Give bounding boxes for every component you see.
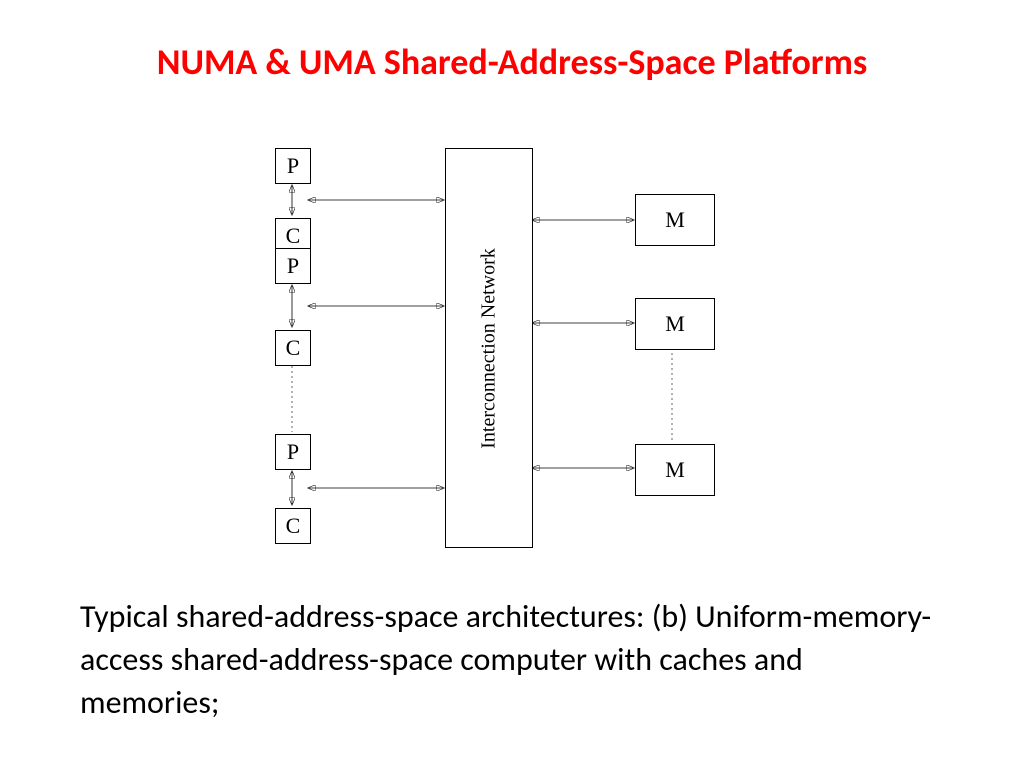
memory-box-3: M — [635, 444, 715, 496]
slide-title: NUMA & UMA Shared-Address-Space Platform… — [80, 40, 944, 84]
slide: NUMA & UMA Shared-Address-Space Platform… — [0, 0, 1024, 768]
processor-box-2: P — [275, 248, 311, 284]
cache-box-3: C — [275, 508, 311, 544]
processor-box-1: P — [275, 148, 311, 184]
cache-box-2: C — [275, 330, 311, 366]
memory-box-2: M — [635, 298, 715, 350]
interconnection-network-box: Interconnection Network — [445, 148, 533, 548]
architecture-diagram: P C P C P C Interconnection Network M M … — [265, 148, 765, 568]
memory-box-1: M — [635, 194, 715, 246]
slide-caption: Typical shared-address-space architectur… — [80, 595, 944, 725]
processor-box-3: P — [275, 434, 311, 470]
interconnection-network-label: Interconnection Network — [478, 248, 501, 448]
